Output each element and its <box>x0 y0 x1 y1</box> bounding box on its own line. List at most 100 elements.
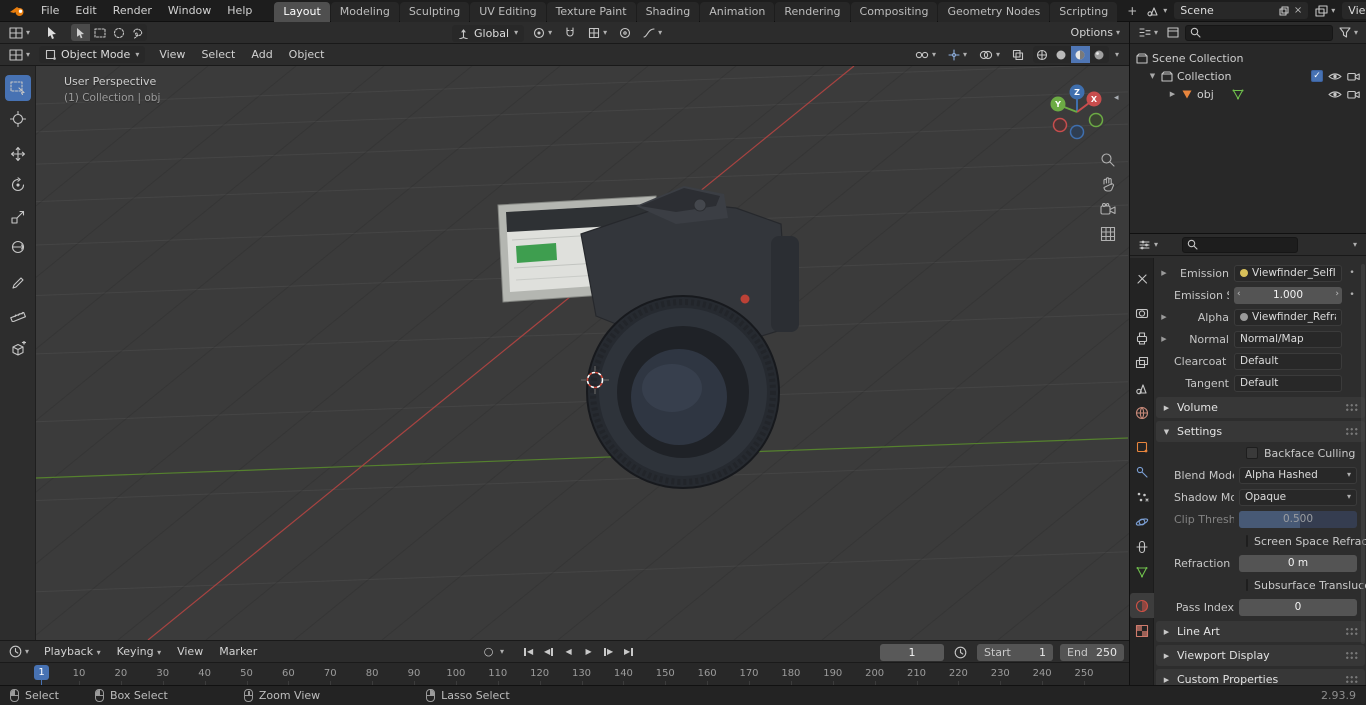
panel-drag-dots-icon[interactable] <box>1345 427 1359 436</box>
timeline-menu-marker[interactable]: Marker <box>211 643 265 660</box>
pass-index-field[interactable]: 0 <box>1239 598 1357 616</box>
viewport-menu[interactable]: Object <box>281 46 333 63</box>
active-tool-button[interactable] <box>43 24 61 42</box>
select-circle-mode[interactable] <box>109 24 128 41</box>
show-overlays-dropdown[interactable]: ▾ <box>976 46 1003 64</box>
tab-tool-properties[interactable] <box>1130 266 1154 291</box>
xray-toggle[interactable] <box>1009 46 1027 64</box>
workspace-tab[interactable]: UV Editing <box>470 1 546 22</box>
play-button[interactable]: ▶ <box>580 643 597 660</box>
viewport-zoom-button[interactable] <box>1098 150 1118 170</box>
current-frame-field[interactable]: 1 <box>880 643 944 661</box>
viewport-pan-button[interactable] <box>1098 174 1118 194</box>
tab-particle-properties[interactable] <box>1130 484 1154 509</box>
scene-name-field[interactable]: Scene × <box>1174 2 1309 19</box>
properties-editor-type-button[interactable]: ▾ <box>1135 236 1161 254</box>
tool-scale[interactable] <box>5 204 31 230</box>
shading-options-dropdown[interactable]: ▾ <box>1115 50 1119 59</box>
socket-expand-icon[interactable]: ▶ <box>1159 335 1169 343</box>
screen-space-refraction-checkbox[interactable] <box>1246 535 1248 547</box>
timeline-editor-type-button[interactable]: ▾ <box>6 643 32 661</box>
viewport-menu[interactable]: Select <box>193 46 243 63</box>
timeline-menu-view[interactable]: View <box>169 643 211 660</box>
viewport-menu[interactable]: View <box>151 46 193 63</box>
tab-view-layer-properties[interactable] <box>1130 350 1154 375</box>
animate-dot-icon[interactable]: • <box>1347 268 1357 278</box>
topbar-menu[interactable]: Window <box>160 2 219 19</box>
alpha-input-selector[interactable]: Viewfinder_Refracti... <box>1234 308 1342 326</box>
viewport-ortho-toggle-button[interactable] <box>1098 224 1118 244</box>
properties-search-box[interactable] <box>1182 236 1299 253</box>
frame-end-field[interactable]: End 250 <box>1060 643 1124 661</box>
transform-orientation-dropdown[interactable]: Global ▾ <box>452 24 525 42</box>
workspace-tab[interactable]: Shading <box>636 1 700 22</box>
emission-strength-field[interactable]: ‹ 1.000 › <box>1234 286 1342 304</box>
shadow-mode-dropdown[interactable]: Opaque ▾ <box>1239 488 1357 506</box>
workspace-tab[interactable]: Layout <box>274 1 330 22</box>
collection-checkbox[interactable]: ✓ <box>1311 70 1323 82</box>
tool-annotate[interactable] <box>5 270 31 296</box>
add-workspace-button[interactable]: + <box>1121 4 1143 18</box>
socket-expand-icon[interactable]: ▶ <box>1159 313 1169 321</box>
disable-render-camera-icon[interactable] <box>1347 71 1360 81</box>
select-box-mode[interactable] <box>90 24 109 41</box>
previous-keyframe-button[interactable]: ◀ <box>540 643 557 660</box>
options-dropdown[interactable]: Options ▾ <box>1068 24 1123 42</box>
tab-constraint-properties[interactable] <box>1130 534 1154 559</box>
workspace-tab[interactable]: Texture Paint <box>546 1 636 22</box>
viewport-3d[interactable]: User Perspective (1) Collection | obj Z … <box>0 66 1129 640</box>
auto-keying-record-button[interactable]: ○ <box>480 643 497 660</box>
scene-picker-button[interactable]: ▾ <box>1143 2 1170 20</box>
tab-world-properties[interactable] <box>1130 400 1154 425</box>
pivot-point-dropdown[interactable]: ▾ <box>530 24 555 42</box>
frame-start-field[interactable]: Start 1 <box>977 643 1053 661</box>
play-reverse-button[interactable]: ◀ <box>560 643 577 660</box>
gizmo-y-negative[interactable] <box>1088 112 1104 128</box>
viewport-canvas[interactable] <box>36 66 1129 640</box>
sidebar-toggle-arrow[interactable]: ◂ <box>1114 93 1119 103</box>
tool-move[interactable] <box>5 141 31 167</box>
workspace-tab[interactable]: Compositing <box>850 1 938 22</box>
view-layer-picker-button[interactable]: ▾ <box>1312 2 1338 20</box>
snap-toggle-button[interactable] <box>561 24 579 42</box>
tool-transform[interactable] <box>5 234 31 260</box>
gizmo-z-negative[interactable] <box>1069 124 1085 140</box>
tab-modifier-properties[interactable] <box>1130 459 1154 484</box>
proportional-editing-toggle[interactable] <box>616 24 634 42</box>
timeline-menu-keying[interactable]: Keying ▾ <box>109 643 169 660</box>
next-keyframe-button[interactable]: ▶ <box>600 643 617 660</box>
tab-output-properties[interactable] <box>1130 325 1154 350</box>
animate-dot-icon[interactable]: • <box>1347 290 1357 300</box>
obj-disclosure-icon[interactable]: ▶ <box>1168 90 1177 98</box>
gizmo-x-negative[interactable] <box>1052 117 1068 133</box>
timeline-ruler[interactable]: 10 20 30 40 50 60 70 80 90 100 110 120 130 140 150 160 1… <box>0 662 1129 685</box>
viewport-editor-type-button[interactable]: ▾ <box>6 46 33 64</box>
tab-scene-properties[interactable] <box>1130 375 1154 400</box>
normal-input-selector[interactable]: Normal/Map <box>1234 330 1342 348</box>
workspace-tab[interactable]: Geometry Nodes <box>938 1 1050 22</box>
unlink-scene-button[interactable]: × <box>1294 5 1302 16</box>
blend-mode-dropdown[interactable]: Alpha Hashed ▾ <box>1239 466 1357 484</box>
tab-render-properties[interactable] <box>1130 300 1154 325</box>
tab-texture-properties[interactable] <box>1130 618 1154 643</box>
spin-right-icon[interactable]: › <box>1335 289 1339 299</box>
socket-expand-icon[interactable]: ▶ <box>1159 269 1169 277</box>
properties-search-input[interactable] <box>1202 239 1293 250</box>
select-lasso-mode[interactable] <box>128 24 147 41</box>
topbar-menu[interactable]: Edit <box>67 2 104 19</box>
show-gizmo-dropdown[interactable]: ▾ <box>945 46 970 64</box>
refraction-depth-field[interactable]: 0 m <box>1239 554 1357 572</box>
jump-to-start-button[interactable]: ◀ <box>520 643 537 660</box>
timeline-menu-playback[interactable]: Playback ▾ <box>36 643 109 660</box>
panel-drag-dots-icon[interactable] <box>1345 627 1359 636</box>
tool-cursor[interactable] <box>5 106 31 132</box>
hide-viewport-eye-icon[interactable] <box>1328 72 1342 81</box>
outliner-row-obj[interactable]: ▶ obj <box>1130 85 1366 103</box>
backface-culling-checkbox[interactable] <box>1246 447 1258 459</box>
outliner-search-box[interactable] <box>1185 24 1333 41</box>
workspace-tab[interactable]: Modeling <box>330 1 399 22</box>
panel-custom-properties[interactable]: ▶ Custom Properties <box>1156 669 1365 686</box>
panel-line-art[interactable]: ▶ Line Art <box>1156 621 1365 642</box>
clip-threshold-slider[interactable]: 0.500 <box>1239 510 1357 528</box>
shading-rendered-button[interactable] <box>1090 46 1109 63</box>
